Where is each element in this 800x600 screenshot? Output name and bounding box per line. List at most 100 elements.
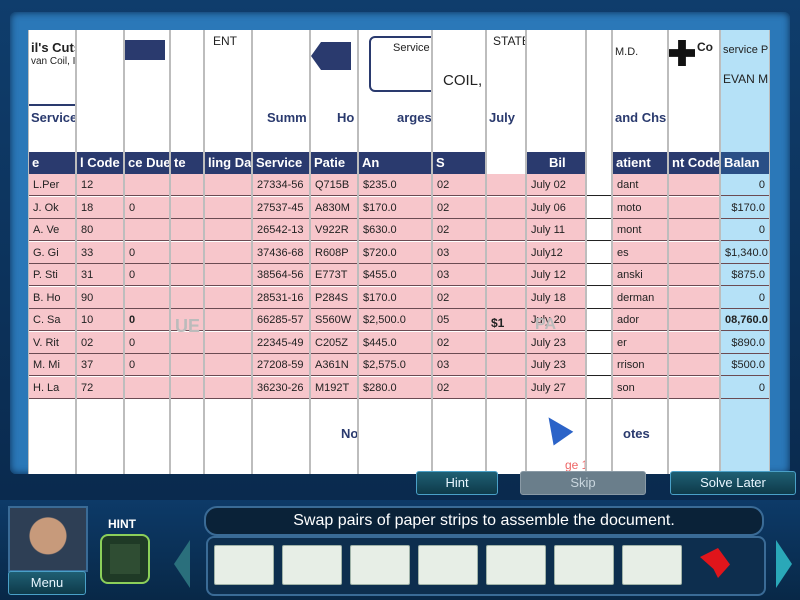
table-cell: E773T bbox=[311, 264, 357, 286]
header-cell: Bil bbox=[527, 152, 585, 174]
paper-strip-12[interactable] bbox=[586, 30, 612, 474]
table-cell: 0 bbox=[721, 219, 769, 241]
menu-button[interactable]: Menu bbox=[8, 571, 86, 595]
table-cell: H. La bbox=[29, 376, 75, 399]
table-cell: derman bbox=[613, 286, 667, 309]
table-cell: 02 bbox=[433, 196, 485, 219]
table-cell: 37 bbox=[77, 354, 123, 376]
table-cell bbox=[487, 264, 525, 286]
table-cell: $890.0 bbox=[721, 332, 769, 354]
table-cell bbox=[587, 219, 611, 241]
paper-strip-6[interactable]: Summ Service 27334-56 27537-45 26542-13 374… bbox=[252, 30, 310, 474]
table-cell: $2,575.0 bbox=[359, 354, 431, 376]
hint-target-icon[interactable] bbox=[100, 534, 150, 584]
table-cell bbox=[669, 309, 719, 331]
paper-strip-4[interactable]: te UE ST D bbox=[170, 30, 204, 474]
table-cell bbox=[487, 376, 525, 399]
table-cell bbox=[171, 219, 203, 241]
table-cell: rrison bbox=[613, 354, 667, 376]
table-cell: es bbox=[613, 241, 667, 264]
table-cell: 37436-68 bbox=[253, 241, 309, 264]
paper-strip-10[interactable]: STATEM July $1 bbox=[486, 30, 526, 474]
table-cell bbox=[205, 196, 251, 219]
paper-strip-15[interactable]: service Pr EVAN M.D. Balan 0$170.00$1,34… bbox=[720, 30, 770, 474]
table-cell bbox=[587, 174, 611, 196]
paper-strip-5[interactable]: ENT ling Da bbox=[204, 30, 252, 474]
inventory-item-3[interactable] bbox=[350, 545, 410, 585]
table-cell bbox=[171, 264, 203, 286]
table-cell: 66285-57 bbox=[253, 309, 309, 331]
table-cell: 22345-49 bbox=[253, 331, 309, 354]
paper-strip-13[interactable]: M.D. and Chspital S atient dantmotomonte… bbox=[612, 30, 668, 474]
table-cell: 10 bbox=[77, 309, 123, 331]
inventory-item-5[interactable] bbox=[486, 545, 546, 585]
inventory-item-7[interactable] bbox=[622, 545, 682, 585]
table-cell: $1,340.0 bbox=[721, 242, 769, 264]
table-cell: 31 bbox=[77, 264, 123, 286]
header-cell: Service bbox=[253, 152, 309, 174]
solve-later-button[interactable]: Solve Later bbox=[670, 471, 796, 495]
table-cell bbox=[669, 264, 719, 286]
header-cell: atient bbox=[613, 152, 667, 174]
scroll-right-arrow-icon[interactable] bbox=[776, 540, 792, 588]
watermark-text: UE ST D bbox=[175, 316, 203, 336]
paper-strip-2[interactable]: l Code 12 18 80 33 31 90 10 02 37 72 bbox=[76, 30, 124, 474]
md-label: M.D. bbox=[615, 46, 639, 58]
table-cell: son bbox=[613, 376, 667, 399]
scroll-left-arrow-icon[interactable] bbox=[174, 540, 190, 588]
table-cell: 38564-56 bbox=[253, 264, 309, 286]
paper-strip-1[interactable]: il's Cuts van Coil, I Servicesary for J … bbox=[28, 30, 76, 474]
inventory-item-6[interactable] bbox=[554, 545, 614, 585]
header-cell: Patie bbox=[311, 152, 357, 174]
table-cell bbox=[205, 376, 251, 399]
hint-button[interactable]: Hint bbox=[416, 471, 498, 495]
watermark-text: PA bbox=[535, 316, 557, 333]
table-cell bbox=[669, 196, 719, 219]
paper-strip-3[interactable]: ce Due 000000 bbox=[124, 30, 170, 474]
table-cell: 28531-16 bbox=[253, 286, 309, 309]
table-cell: 0 bbox=[125, 354, 169, 376]
table-cell: A. Ve bbox=[29, 219, 75, 241]
table-cell: 02 bbox=[433, 174, 485, 196]
inventory-item-1[interactable] bbox=[214, 545, 274, 585]
table-cell: July 18 bbox=[527, 286, 585, 309]
inventory-item-2[interactable] bbox=[282, 545, 342, 585]
paper-strip-11[interactable]: Bil July 02 July 06 July 11 July12 July 12 Ju… bbox=[526, 30, 586, 474]
table-cell: 90 bbox=[77, 286, 123, 309]
arrow-logo-icon bbox=[311, 42, 351, 70]
paper-strip-7[interactable]: Ho Patie Q715B A830M V922R R608P E773T P284S S… bbox=[310, 30, 358, 474]
table-cell bbox=[487, 196, 525, 219]
paper-strip-8[interactable]: Service Provider: arges - An $235.0$170.… bbox=[358, 30, 432, 474]
ent-label: ENT bbox=[213, 34, 237, 48]
skip-button[interactable]: Skip bbox=[520, 471, 646, 495]
co-label: Co bbox=[697, 40, 713, 54]
service-pr-label: service Pr bbox=[723, 44, 770, 56]
table-cell bbox=[587, 196, 611, 219]
provider-label: Service Provider: bbox=[393, 42, 431, 54]
table-cell: $235.0 bbox=[359, 174, 431, 196]
paper-strip-14[interactable]: Co nt Code bbox=[668, 30, 720, 474]
evan-label: EVAN M.D. bbox=[723, 72, 769, 86]
table-cell: C205Z bbox=[311, 331, 357, 354]
provider-name: COIL, M bbox=[443, 72, 485, 89]
title-text: July bbox=[489, 110, 516, 125]
table-cell: 0 bbox=[721, 174, 769, 196]
title-text: arges - bbox=[397, 110, 432, 125]
table-cell: July 12 bbox=[527, 264, 585, 286]
medical-cross-icon bbox=[669, 40, 695, 66]
table-cell: 02 bbox=[77, 331, 123, 354]
table-cell: $445.0 bbox=[359, 331, 431, 354]
table-cell: July 27 bbox=[527, 376, 585, 399]
table-cell bbox=[487, 219, 525, 241]
header-cell: l Code bbox=[77, 152, 123, 174]
table-cell bbox=[487, 286, 525, 309]
inventory-item-4[interactable] bbox=[418, 545, 478, 585]
table-cell: 27334-56 bbox=[253, 174, 309, 196]
table-cell bbox=[587, 354, 611, 376]
table-cell: July12 bbox=[527, 241, 585, 264]
table-cell: anski bbox=[613, 264, 667, 286]
table-cell: 33 bbox=[77, 241, 123, 264]
paper-strip-9[interactable]: COIL, M S 02020203030205020302 bbox=[432, 30, 486, 474]
table-cell bbox=[171, 376, 203, 399]
table-cell bbox=[669, 286, 719, 309]
